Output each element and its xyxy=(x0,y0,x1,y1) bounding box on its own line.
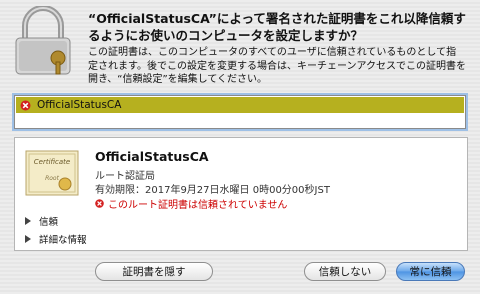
disclosure-trust[interactable]: 信頼 xyxy=(25,214,58,228)
certificate-expiry: 有効期限：2017年9月27日水曜日 0時00分00秒JST xyxy=(95,185,330,196)
dialog-title: “OfficialStatusCA”によって署名された証明書をこれ以降信頼するよ… xyxy=(88,11,466,43)
lock-icon xyxy=(15,6,71,75)
certificate-icon-caption: Certificate xyxy=(34,158,70,166)
certificate-list[interactable]: OfficialStatusCA xyxy=(14,95,466,129)
cert-error-icon xyxy=(20,100,31,110)
certificate-icon: Certificate Root xyxy=(25,150,79,196)
certificate-error: このルート証明書は信頼されていません xyxy=(95,196,287,211)
dialog-description: この証明書は、このコンピュータのすべてのユーザに信頼されているものとして指定され… xyxy=(88,47,466,85)
disclosure-details[interactable]: 詳細な情報 xyxy=(25,232,87,246)
certificate-detail-panel: Certificate Root OfficialStatusCA ルート認証局… xyxy=(14,137,468,251)
error-icon xyxy=(95,199,104,208)
certificate-list-row[interactable]: OfficialStatusCA xyxy=(16,97,464,113)
disclosure-triangle-icon[interactable] xyxy=(25,235,31,243)
certificate-error-text: このルート証明書は信頼されていません xyxy=(108,200,288,211)
disclosure-trust-label: 信頼 xyxy=(39,217,59,228)
certificate-icon-subcaption: Root xyxy=(45,175,60,182)
hide-certificate-button[interactable]: 証明書を隠す xyxy=(95,262,213,281)
disclosure-details-label: 詳細な情報 xyxy=(39,235,87,246)
dont-trust-button[interactable]: 信頼しない xyxy=(304,262,386,281)
certificate-list-label: OfficialStatusCA xyxy=(37,99,122,111)
certificate-name: OfficialStatusCA xyxy=(95,149,209,164)
always-trust-button[interactable]: 常に信頼 xyxy=(396,262,465,281)
certificate-type: ルート認証局 xyxy=(95,171,155,182)
disclosure-triangle-icon[interactable] xyxy=(25,217,31,225)
